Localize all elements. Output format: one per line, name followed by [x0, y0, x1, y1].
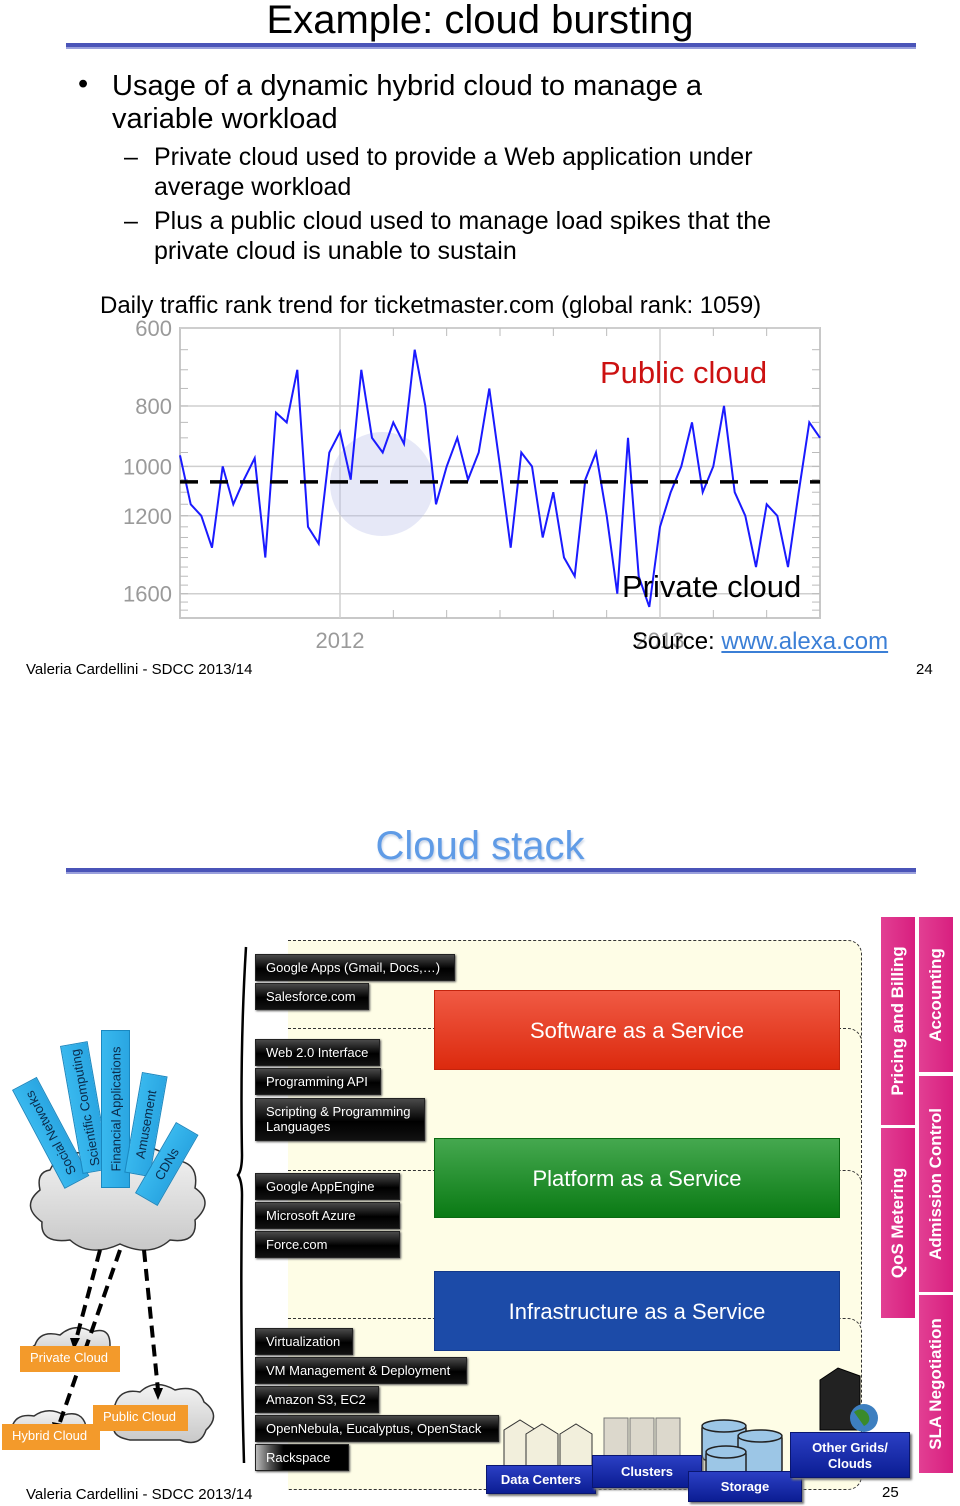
- datacenter-servers-icon: [503, 1419, 593, 1471]
- footer-author: Valeria Cardellini - SDCC 2013/14: [26, 661, 253, 678]
- sub-bullet-2-line-1: Plus a public cloud used to manage load …: [154, 207, 772, 235]
- paas-provider: Microsoft Azure: [255, 1202, 400, 1229]
- saas-item: Google Apps (Gmail, Docs,…): [255, 954, 455, 981]
- hybrid-cloud-label: Hybrid Cloud: [2, 1424, 100, 1450]
- iaas-item: Amazon S3, EC2: [255, 1386, 379, 1413]
- iaas-item: OpenNebula, Eucalyptus, OpenStack: [255, 1415, 499, 1442]
- accounting-label: Accounting: [926, 947, 945, 1042]
- slide-title: Example: cloud bursting: [266, 0, 694, 42]
- saas-item: Salesforce.com: [255, 983, 369, 1010]
- y-tick-label: 1200: [123, 504, 172, 529]
- bullet-text-line-1: Usage of a dynamic hybrid cloud to manag…: [112, 70, 703, 102]
- sub-bullet-marker: –: [124, 143, 138, 171]
- sla-negotiation-label: SLA Negotiation: [926, 1318, 945, 1450]
- qos-metering-bar: QoS Metering: [881, 1128, 915, 1318]
- resource-storage: Storage: [688, 1471, 802, 1502]
- page-number: 25: [882, 1484, 899, 1501]
- sla-negotiation-bar: SLA Negotiation: [919, 1295, 953, 1473]
- y-tick-label: 1600: [123, 582, 172, 607]
- paas-item: Scripting & Programming Languages: [255, 1098, 425, 1141]
- admission-control-label: Admission Control: [926, 1107, 945, 1261]
- qos-metering-label: QoS Metering: [888, 1167, 907, 1279]
- source-link[interactable]: www.alexa.com: [721, 628, 888, 655]
- slide-title: Cloud stack: [0, 822, 960, 873]
- source-line: Source: www.alexa.com: [632, 628, 888, 656]
- resource-data-centers: Data Centers: [486, 1465, 596, 1494]
- resource-other-grids-clouds: Other Grids/ Clouds: [790, 1432, 910, 1478]
- y-tick-label: 1000: [123, 454, 172, 479]
- paas-item: Web 2.0 Interface: [255, 1039, 380, 1066]
- app-label: Financial Applications: [108, 1046, 123, 1172]
- private-cloud-label: Private Cloud: [20, 1346, 120, 1372]
- annotation-private-cloud: Private cloud: [622, 569, 801, 604]
- title-rule: [66, 868, 916, 874]
- storage-disks-icon: [701, 1419, 783, 1478]
- footer-author: Valeria Cardellini - SDCC 2013/14: [26, 1486, 253, 1503]
- iaas-layer: Infrastructure as a Service: [434, 1271, 840, 1351]
- annotation-public-cloud: Public cloud: [600, 355, 767, 390]
- resource-clusters: Clusters: [592, 1455, 702, 1488]
- iaas-item: Virtualization: [255, 1328, 353, 1355]
- admission-control-bar: Admission Control: [919, 1076, 953, 1292]
- pricing-billing-label: Pricing and Billing: [888, 946, 907, 1096]
- x-tick-label: 2012: [316, 628, 365, 653]
- iaas-item: VM Management & Deployment: [255, 1357, 467, 1384]
- paas-provider: Google AppEngine: [255, 1173, 400, 1200]
- watermark-logo-icon: [330, 432, 434, 536]
- iaas-item: Rackspace: [255, 1444, 349, 1471]
- chart-caption: Daily traffic rank trend for ticketmaste…: [100, 292, 762, 319]
- sub-bullet-2-line-2: private cloud is unable to sustain: [154, 237, 517, 265]
- pricing-billing-bar: Pricing and Billing: [881, 917, 915, 1125]
- y-tick-label: 600: [135, 320, 172, 341]
- paas-item: Programming API: [255, 1068, 381, 1095]
- paas-layer: Platform as a Service: [434, 1138, 840, 1218]
- bullet-marker: •: [78, 68, 89, 100]
- traffic-rank-chart: 600800100012001600 2012 2013 Public cloud…: [123, 320, 821, 653]
- slide-title-text: Cloud stack: [375, 824, 585, 873]
- source-label: Source:: [632, 628, 722, 655]
- public-cloud-label: Public Cloud: [93, 1405, 188, 1431]
- sub-bullet-marker: –: [124, 207, 138, 235]
- bullet-text-line-2: variable workload: [112, 103, 338, 135]
- saas-layer: Software as a Service: [434, 990, 840, 1070]
- page-number: 24: [916, 661, 933, 678]
- title-rule: [66, 43, 916, 49]
- server-globe-icon: [819, 1367, 878, 1432]
- sub-bullet-1-line-1: Private cloud used to provide a Web appl…: [154, 143, 753, 171]
- alexa-watermark: [330, 432, 434, 536]
- paas-provider: Force.com: [255, 1231, 400, 1258]
- accounting-bar: Accounting: [919, 917, 953, 1072]
- sub-bullet-1-line-2: average workload: [154, 173, 352, 201]
- y-tick-label: 800: [135, 394, 172, 419]
